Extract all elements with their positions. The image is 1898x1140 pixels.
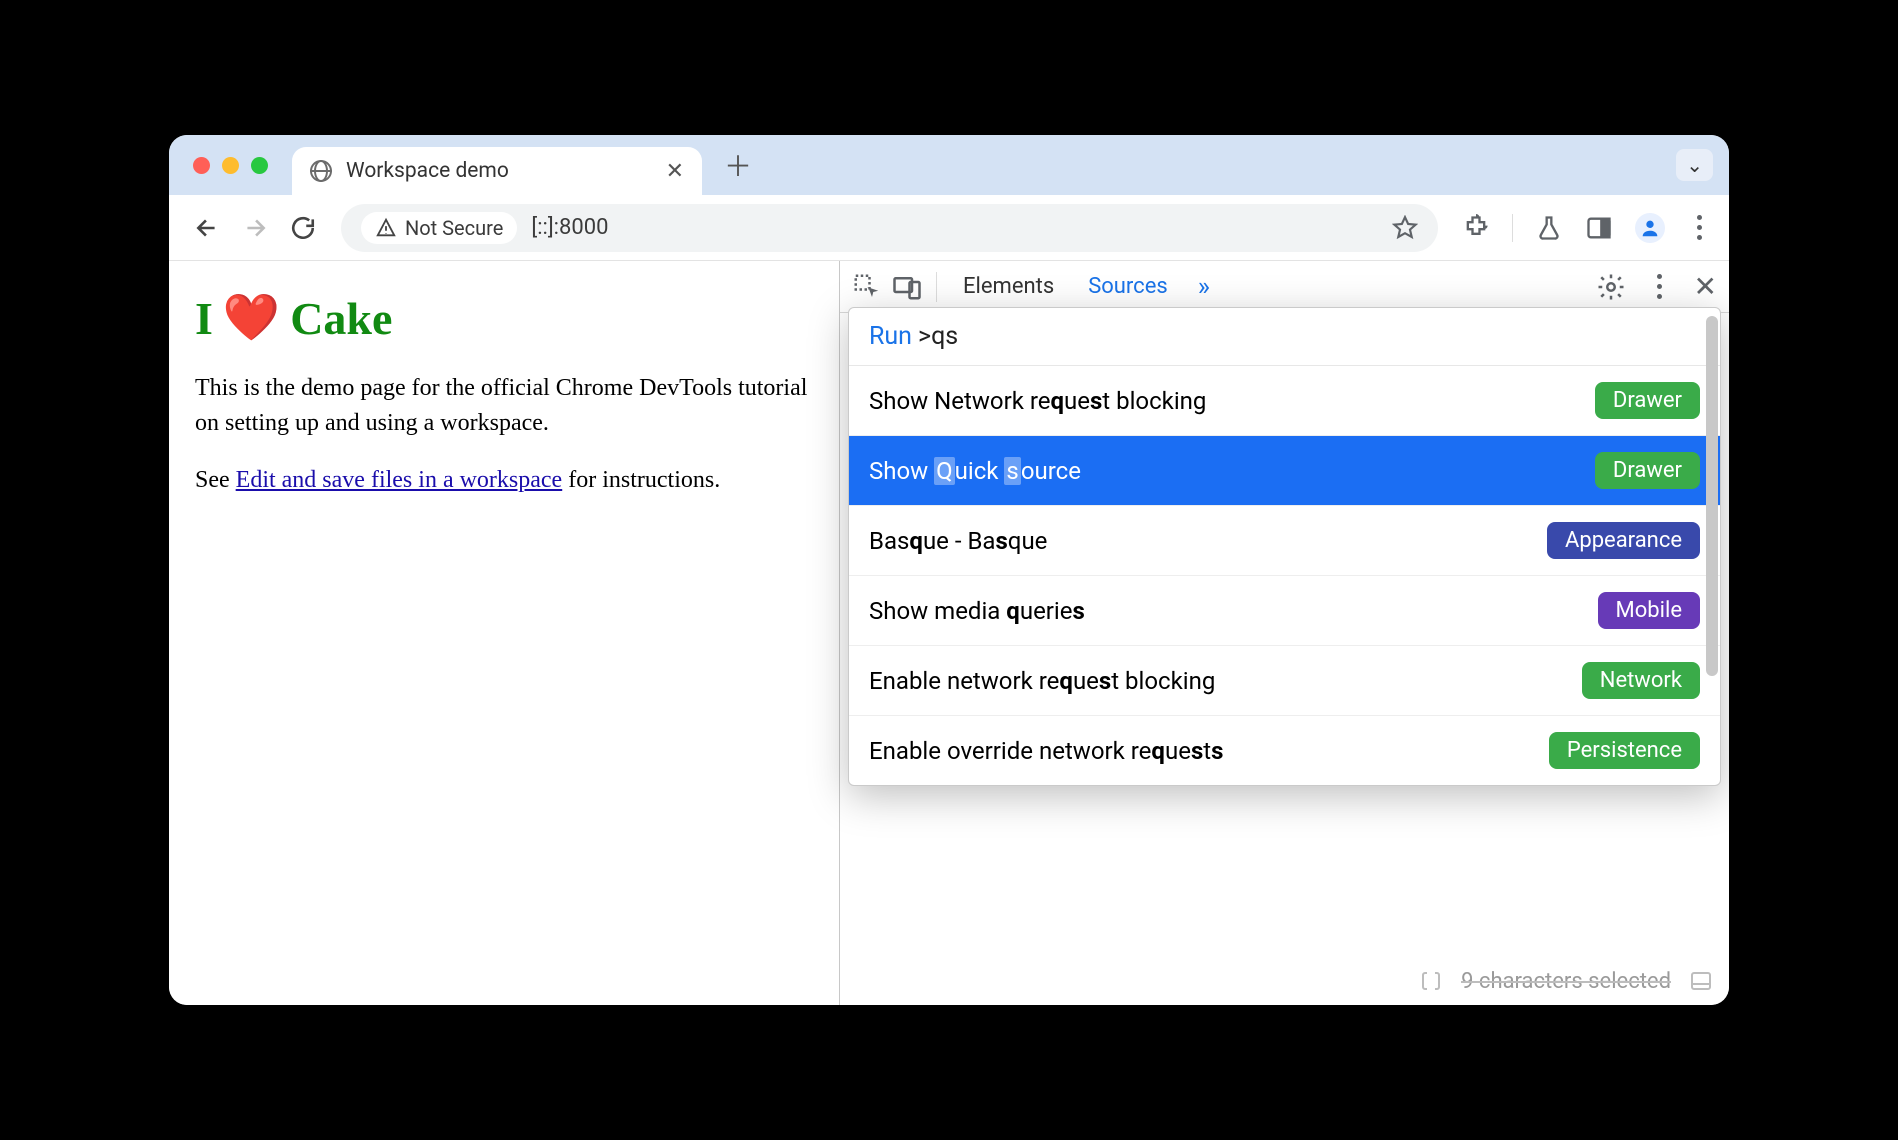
new-tab-button[interactable]: ＋ [724, 145, 752, 185]
tab-sources[interactable]: Sources [1076, 274, 1180, 299]
close-icon[interactable] [193, 157, 210, 174]
tab-title: Workspace demo [346, 159, 509, 183]
maximize-icon[interactable] [251, 157, 268, 174]
p2-pre: See [195, 467, 236, 493]
command-item[interactable]: Show media queries Mobile [849, 576, 1720, 646]
command-query: >qs [918, 322, 958, 351]
toolbar: Not Secure [::]:8000 [169, 195, 1729, 261]
command-item-label: Enable override network requests [869, 737, 1223, 765]
gear-icon[interactable] [1596, 272, 1626, 302]
labs-icon[interactable] [1535, 214, 1563, 242]
command-item-label: Show Network request blocking [869, 387, 1206, 415]
devtools-footer: 9 characters selected [1300, 961, 1713, 1001]
page-paragraph-2: See Edit and save files in a workspace f… [195, 463, 813, 498]
command-menu: Run >qs Show Network request blocking Dra… [848, 307, 1721, 786]
heart-icon: ❤️ [223, 291, 280, 345]
profile-avatar[interactable] [1635, 213, 1665, 243]
page-paragraph-1: This is the demo page for the official C… [195, 371, 813, 441]
globe-icon [310, 160, 332, 182]
command-input[interactable]: Run >qs [849, 308, 1720, 366]
forward-button[interactable] [235, 208, 275, 248]
security-label: Not Secure [405, 216, 503, 240]
tutorial-link[interactable]: Edit and save files in a workspace [236, 467, 563, 493]
command-item-badge: Appearance [1547, 522, 1700, 559]
command-item[interactable]: Basque - Basque Appearance [849, 506, 1720, 576]
minimize-icon[interactable] [222, 157, 239, 174]
tab-close-icon[interactable]: ✕ [666, 159, 684, 184]
separator [1512, 214, 1513, 242]
more-tabs-icon[interactable]: » [1190, 272, 1218, 302]
footer-text: 9 characters selected [1461, 969, 1671, 994]
command-item-badge: Drawer [1595, 452, 1700, 489]
command-prefix: Run [869, 322, 912, 351]
bookmark-icon[interactable] [1392, 215, 1418, 241]
command-item-badge: Mobile [1598, 592, 1700, 629]
command-item-label: Show media queries [869, 597, 1085, 625]
command-item[interactable]: Show Quick source Drawer [849, 436, 1720, 506]
devtools-close-icon[interactable]: ✕ [1694, 270, 1717, 303]
extensions-icon[interactable] [1462, 214, 1490, 242]
sidepanel-icon[interactable] [1585, 214, 1613, 242]
page-heading: I ❤️ Cake [195, 291, 813, 345]
devtools-menu-icon[interactable] [1648, 274, 1672, 299]
command-item-label: Show Quick source [869, 457, 1081, 485]
command-item-label: Basque - Basque [869, 527, 1047, 555]
separator [936, 272, 937, 302]
device-toggle-icon[interactable] [892, 272, 922, 302]
command-list: Show Network request blockingDrawerShow … [849, 366, 1720, 785]
heading-pre: I [195, 292, 213, 345]
devtools-tabs: Elements Sources » ✕ [840, 261, 1729, 313]
devtools-panel: Elements Sources » ✕ Run >qs Show Networ… [839, 261, 1729, 1005]
toolbar-actions [1462, 213, 1711, 243]
tab-elements[interactable]: Elements [951, 274, 1066, 299]
window-controls [193, 157, 268, 174]
browser-window: Workspace demo ✕ ＋ ⌄ Not Secure [::]:800… [169, 135, 1729, 1005]
p2-post: for instructions. [562, 467, 720, 493]
scrollbar-thumb[interactable] [1706, 316, 1718, 676]
command-item[interactable]: Enable override network requests Persiste… [849, 716, 1720, 785]
security-chip[interactable]: Not Secure [361, 212, 517, 244]
tab-dropdown-button[interactable]: ⌄ [1676, 149, 1713, 181]
inspect-icon[interactable] [852, 272, 882, 302]
browser-menu-icon[interactable] [1687, 215, 1711, 240]
dock-icon[interactable] [1689, 969, 1713, 993]
command-item-badge: Network [1582, 662, 1700, 699]
page-content: I ❤️ Cake This is the demo page for the … [169, 261, 839, 1005]
reload-button[interactable] [283, 208, 323, 248]
command-item[interactable]: Show Network request blocking Drawer [849, 366, 1720, 436]
brackets-icon [1419, 969, 1443, 993]
command-item-badge: Drawer [1595, 382, 1700, 419]
back-button[interactable] [187, 208, 227, 248]
heading-post: Cake [290, 292, 392, 345]
browser-tab[interactable]: Workspace demo ✕ [292, 147, 702, 195]
titlebar: Workspace demo ✕ ＋ ⌄ [169, 135, 1729, 195]
url-text: [::]:8000 [531, 215, 608, 240]
address-bar[interactable]: Not Secure [::]:8000 [341, 204, 1438, 252]
content-area: I ❤️ Cake This is the demo page for the … [169, 261, 1729, 1005]
command-item-label: Enable network request blocking [869, 667, 1215, 695]
command-item-badge: Persistence [1549, 732, 1700, 769]
command-item[interactable]: Enable network request blocking Network [849, 646, 1720, 716]
